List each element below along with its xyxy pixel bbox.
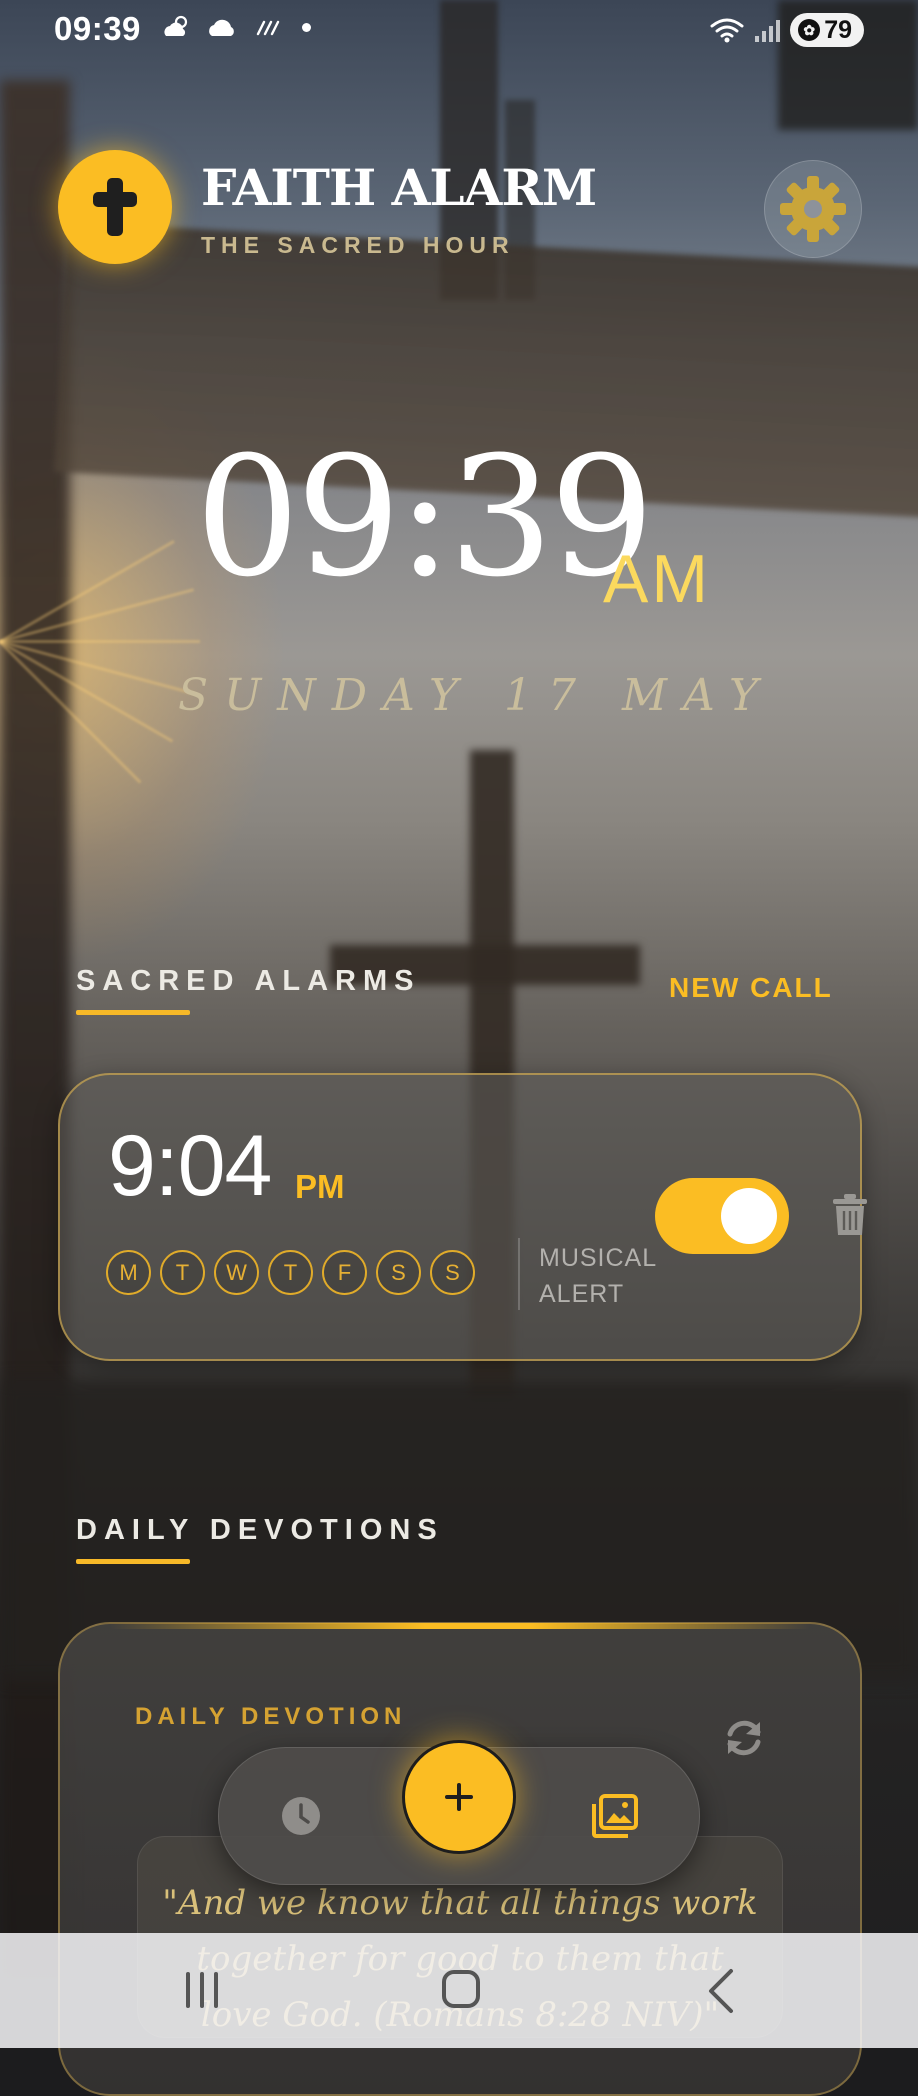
alarm-ampm: PM: [295, 1168, 345, 1205]
refresh-icon: [727, 1720, 761, 1756]
alarm-days: M T W T F S S: [106, 1250, 475, 1295]
clock-icon: [282, 1797, 320, 1835]
new-call-button[interactable]: NEW CALL: [669, 972, 833, 1004]
day-tuesday[interactable]: T: [160, 1250, 205, 1295]
delete-alarm-button[interactable]: [832, 1193, 868, 1237]
day-friday[interactable]: F: [322, 1250, 367, 1295]
trash-icon: [833, 1194, 867, 1235]
signal-icon: [755, 18, 781, 42]
section-underline: [76, 1559, 190, 1564]
current-ampm: AM: [603, 541, 711, 617]
back-button[interactable]: [703, 1967, 739, 2015]
section-underline: [76, 1010, 190, 1015]
nav-alarms-button[interactable]: [281, 1796, 321, 1836]
day-thursday[interactable]: T: [268, 1250, 313, 1295]
devotion-label: DAILY DEVOTION: [135, 1703, 407, 1730]
app-logo: [58, 150, 172, 264]
battery-indicator: ✿ 79: [790, 13, 864, 47]
sun-ray: [0, 640, 200, 643]
refresh-devotion-button[interactable]: [720, 1714, 768, 1762]
cloud-icon: [209, 19, 234, 36]
divider: [518, 1238, 520, 1310]
status-icons: [162, 14, 311, 40]
battery-level: 79: [824, 15, 852, 44]
plus-icon: [445, 1783, 473, 1811]
home-button[interactable]: [442, 1970, 480, 2008]
nav-gallery-button[interactable]: [592, 1794, 638, 1838]
notification-dot: [302, 22, 311, 32]
app-subtitle: THE SACRED HOUR: [201, 232, 515, 258]
wifi-icon: [710, 18, 744, 43]
card-glow: [110, 1623, 810, 1629]
status-bar: 09:39 ✿ 79: [0, 0, 918, 60]
status-time: 09:39: [54, 10, 141, 47]
add-alarm-button[interactable]: [402, 1740, 516, 1854]
settings-button[interactable]: [764, 160, 862, 258]
alarm-toggle[interactable]: [655, 1178, 789, 1254]
day-saturday[interactable]: S: [376, 1250, 421, 1295]
day-sunday[interactable]: S: [430, 1250, 475, 1295]
toggle-knob: [721, 1188, 777, 1244]
gear-icon: [780, 176, 846, 242]
day-monday[interactable]: M: [106, 1250, 151, 1295]
back-icon: [709, 1969, 733, 2013]
section-title-devotions: DAILY DEVOTIONS: [76, 1514, 444, 1546]
cross-icon: [93, 178, 137, 236]
current-time: 09:39: [195, 421, 655, 613]
gallery-icon: [592, 1794, 638, 1838]
app-title: FAITH ALARM: [201, 158, 597, 217]
power-saving-icon: ✿: [798, 19, 821, 41]
rain-icon: [256, 20, 280, 36]
day-wednesday[interactable]: W: [214, 1250, 259, 1295]
weather-icon: [164, 15, 188, 36]
section-title-alarms: SACRED ALARMS: [76, 965, 421, 997]
recent-apps-button[interactable]: [186, 1972, 218, 2008]
current-date: SUNDAY 17 MAY: [178, 670, 775, 721]
alarm-time: 9:04: [108, 1118, 272, 1214]
alarm-sound-label: MUSICAL ALERT: [539, 1244, 657, 1308]
status-indicators: ✿ 79: [709, 13, 864, 47]
